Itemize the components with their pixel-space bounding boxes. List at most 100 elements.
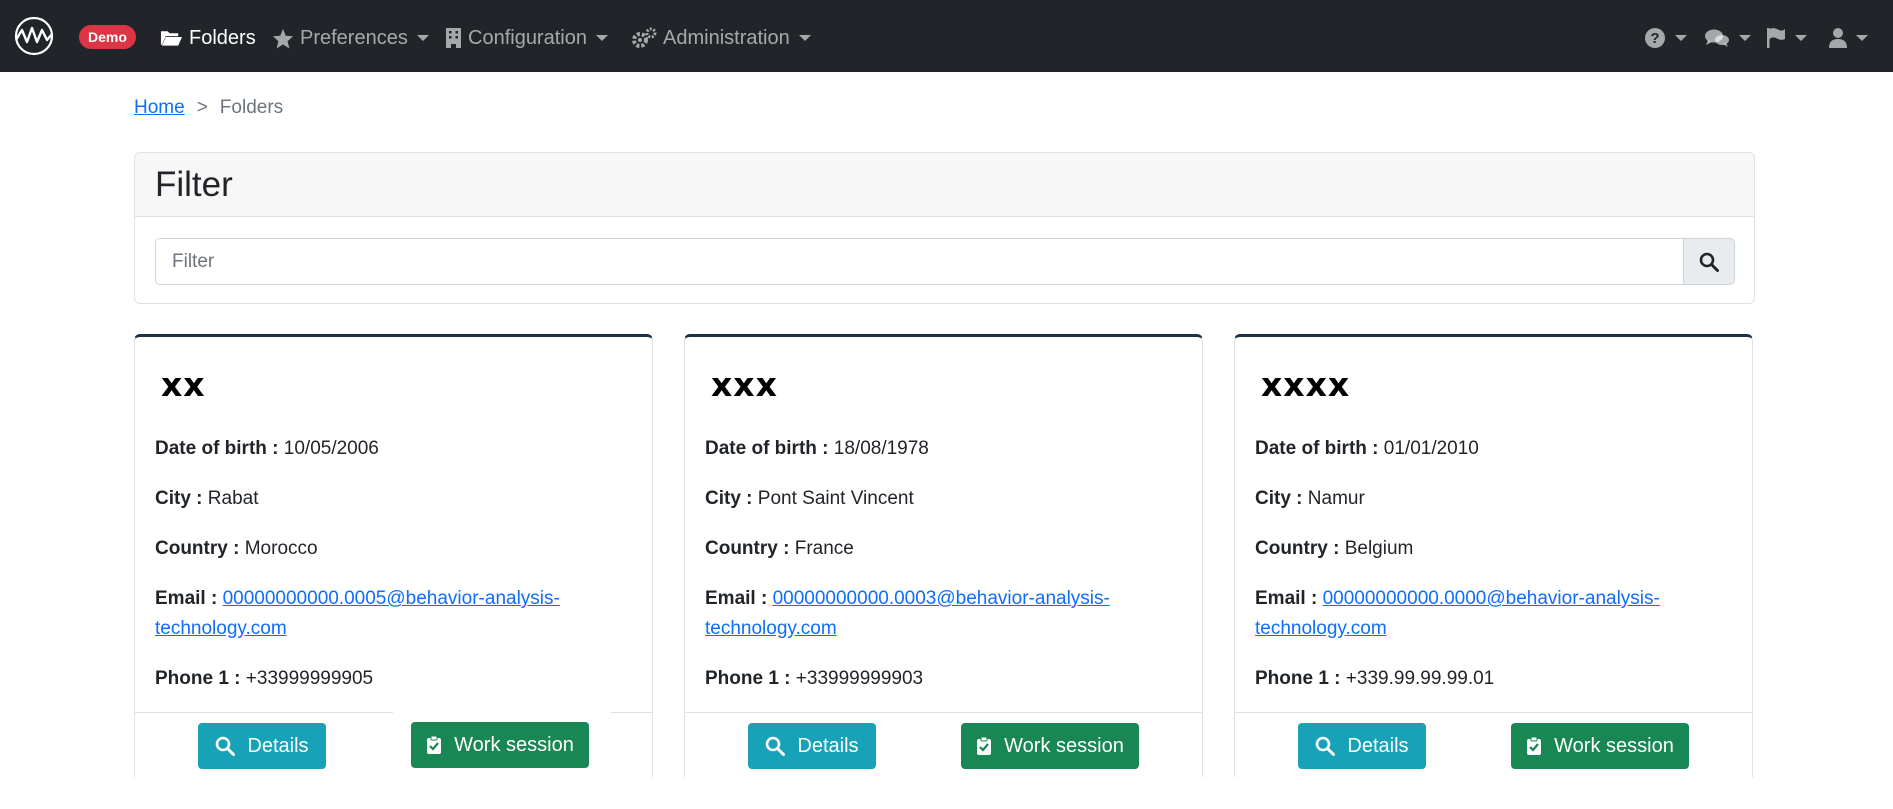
svg-text:?: ? [1650,30,1659,47]
work-session-button-label: Work session [454,733,574,756]
country-value: Belgium [1344,538,1414,559]
dob-value: 01/01/2010 [1383,438,1479,459]
folder-open-icon [160,31,183,46]
building-icon [446,28,461,48]
breadcrumb-home-link[interactable]: Home [134,97,185,119]
chevron-down-icon [1739,35,1751,41]
city-value: Rabat [207,488,259,509]
filter-body [155,238,1735,285]
phone-label: Phone 1 : [1255,668,1341,689]
comments-icon [1705,29,1729,47]
question-circle-icon: ? [1645,28,1665,48]
email-link-continued[interactable]: technology.com [155,618,287,639]
nav-preferences-label: Preferences [300,26,408,49]
city-label: City : [705,488,753,509]
search-button[interactable] [1683,238,1735,285]
nav-administration-label: Administration [663,26,790,49]
dob-label: Date of birth : [155,438,279,459]
phone-value: +33999999905 [245,668,374,689]
chevron-down-icon [1675,35,1687,41]
dob-value: 18/08/1978 [833,438,929,459]
help-menu[interactable]: ? [1644,24,1687,52]
city-value: Pont Saint Vincent [757,488,914,509]
demo-badge: Demo [79,25,136,49]
city-field: City : Rabat [155,484,258,514]
nav-configuration-label: Configuration [468,26,587,49]
folder-name: xxxx [1261,365,1351,404]
email-link-continued[interactable]: technology.com [705,618,837,639]
phone-value: +339.99.99.99.01 [1345,668,1495,689]
country-field: Country : France [705,534,854,564]
country-label: Country : [705,538,790,559]
email-link[interactable]: 00000000000.0005@behavior-analysis- [223,588,560,609]
work-session-button[interactable]: Work session [411,722,589,768]
nav-preferences[interactable]: Preferences [272,22,429,54]
details-button[interactable]: Details [1298,723,1426,769]
dob-field: Date of birth : 10/05/2006 [155,434,379,464]
clipboard-check-icon [1527,736,1542,755]
star-icon [272,28,294,49]
card-footer: Details Work session [685,712,1202,781]
nav-folders-label: Folders [189,26,256,49]
flag-menu[interactable] [1766,24,1807,52]
filter-input[interactable] [155,238,1683,285]
user-icon [1829,28,1847,48]
flag-icon [1767,28,1785,48]
chevron-down-icon [416,35,429,41]
email-label: Email : [155,588,218,609]
filter-header: Filter [135,153,1754,217]
work-session-button[interactable]: Work session [1511,723,1689,769]
email-field: Email : 00000000000.0000@behavior-analys… [1255,584,1660,644]
gears-icon [632,27,657,48]
filter-card: Filter [134,152,1755,304]
clipboard-check-icon [427,735,442,754]
email-link-continued[interactable]: technology.com [1255,618,1387,639]
email-label: Email : [705,588,768,609]
clipboard-check-icon [977,736,992,755]
country-field: Country : Morocco [155,534,318,564]
country-value: Morocco [244,538,318,559]
breadcrumb: Home > Folders [134,97,283,119]
search-icon [216,736,236,756]
nav-configuration[interactable]: Configuration [445,22,608,54]
folder-card: xxxx Date of birth : 01/01/2010 City : N… [1234,334,1753,781]
dob-label: Date of birth : [1255,438,1379,459]
country-field: Country : Belgium [1255,534,1413,564]
messages-menu[interactable] [1704,24,1751,52]
work-session-button-label: Work session [1554,734,1674,757]
country-label: Country : [1255,538,1340,559]
work-session-button-label: Work session [1004,734,1124,757]
city-label: City : [155,488,203,509]
email-link[interactable]: 00000000000.0000@behavior-analysis- [1323,588,1660,609]
phone-field: Phone 1 : +33999999903 [705,664,923,694]
folder-name: xxx [711,365,778,404]
city-value: Namur [1307,488,1365,509]
breadcrumb-current: Folders [219,97,284,118]
chevron-down-icon [595,35,608,41]
folder-name: xx [161,365,206,404]
city-field: City : Namur [1255,484,1365,514]
user-menu[interactable] [1829,24,1868,52]
nav-administration[interactable]: Administration [631,22,811,54]
card-footer: Details Work session [1235,712,1752,781]
dob-field: Date of birth : 18/08/1978 [705,434,929,464]
email-label: Email : [1255,588,1318,609]
details-button-label: Details [247,734,309,757]
phone-label: Phone 1 : [155,668,241,689]
country-value: France [794,538,854,559]
search-icon [1316,736,1336,756]
work-session-button[interactable]: Work session [961,723,1139,769]
email-link[interactable]: 00000000000.0003@behavior-analysis- [773,588,1110,609]
filter-title: Filter [155,164,233,204]
city-label: City : [1255,488,1303,509]
search-icon [1699,252,1719,272]
details-button[interactable]: Details [198,723,326,769]
app-logo[interactable] [12,16,56,56]
nav-folders[interactable]: Folders [160,22,256,54]
details-button[interactable]: Details [748,723,876,769]
phone-value: +33999999903 [795,668,924,689]
email-field: Email : 00000000000.0003@behavior-analys… [705,584,1110,644]
dob-label: Date of birth : [705,438,829,459]
folder-card: xxx Date of birth : 18/08/1978 City : Po… [684,334,1203,781]
top-navbar: Demo Folders Preferences Configuration A… [0,0,1893,72]
